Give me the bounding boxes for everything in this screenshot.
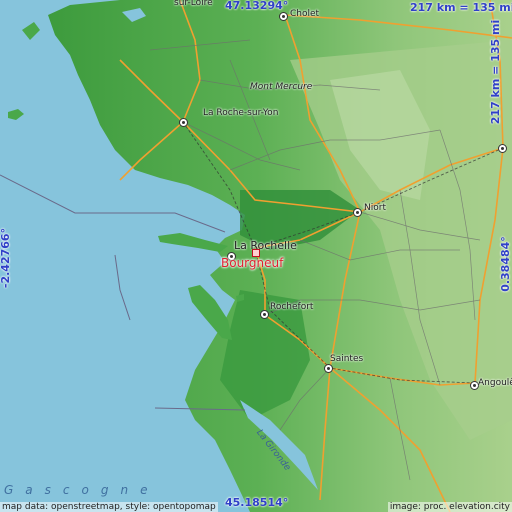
- city-la-roche-sur-yon[interactable]: La Roche-sur-Yon: [203, 108, 278, 118]
- city-marker-rochefort[interactable]: [260, 310, 269, 319]
- left-longitude-label: -2.42766°: [0, 227, 12, 289]
- city-marker-niort[interactable]: [353, 208, 362, 217]
- image-credit: image: proc. elevation.city: [387, 502, 512, 512]
- city-cholet[interactable]: Cholet: [290, 9, 319, 19]
- top-latitude-label: 47.13294°: [225, 0, 289, 12]
- map-credit: map data: openstreetmap, style: opentopo…: [0, 502, 218, 512]
- city-marker-saintes[interactable]: [324, 364, 333, 373]
- city-niort[interactable]: Niort: [364, 203, 386, 213]
- city-sur-loire[interactable]: sur-Loire: [174, 0, 213, 8]
- city-marker-la-roche-sur-yon[interactable]: [179, 118, 188, 127]
- city-mont-mercure[interactable]: Mont Mercure: [250, 82, 312, 92]
- city-saintes[interactable]: Saintes: [330, 354, 363, 364]
- city-marker-east[interactable]: [498, 144, 507, 153]
- sea-label-gascogne: Gascogne: [4, 483, 160, 497]
- target-location-label[interactable]: Bourgneuf: [221, 256, 283, 270]
- bottom-latitude-label: 45.18514°: [225, 496, 289, 509]
- city-marker-cholet[interactable]: [279, 12, 288, 21]
- scale-horizontal: 217 km = 135 mi: [410, 1, 512, 14]
- scale-vertical: 217 km = 135 mi: [488, 19, 502, 125]
- city-rochefort[interactable]: Rochefort: [270, 302, 313, 312]
- city-angouleme[interactable]: Angoulê: [478, 378, 512, 388]
- right-longitude-label: 0.38484°: [499, 236, 512, 292]
- city-la-rochelle[interactable]: La Rochelle: [234, 240, 297, 251]
